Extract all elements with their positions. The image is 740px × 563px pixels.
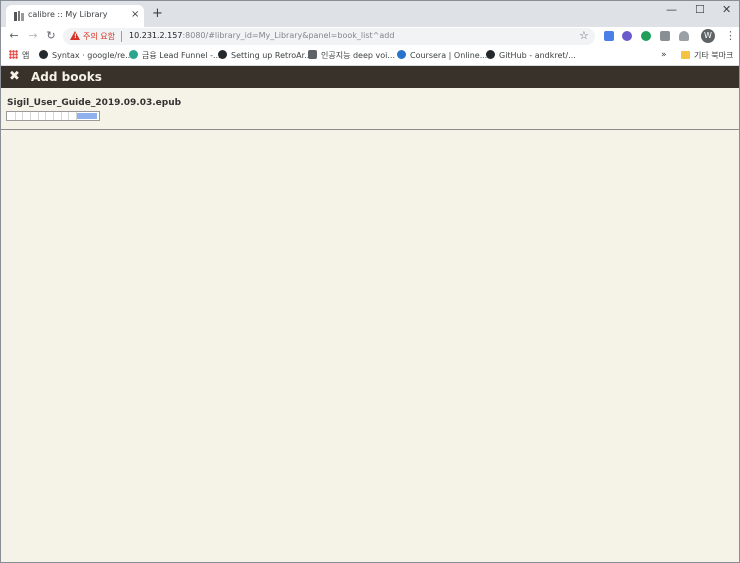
omnibox-separator — [121, 31, 122, 42]
browser-menu-icon[interactable]: ⋮ — [725, 29, 736, 43]
minimize-button[interactable]: — — [666, 4, 677, 16]
progress-segment — [61, 112, 62, 120]
profile-avatar[interactable]: W — [701, 29, 715, 43]
image-extension-icon[interactable] — [660, 31, 670, 41]
evernote-extension-icon[interactable] — [641, 31, 651, 41]
github-icon — [39, 50, 48, 59]
extension-icon[interactable] — [622, 31, 632, 41]
bookmark-github-andkret[interactable]: GitHub - andkret/... — [486, 49, 576, 62]
github-icon — [218, 50, 227, 59]
close-panel-icon[interactable]: ✖ — [9, 68, 20, 86]
globe-icon — [129, 50, 138, 59]
bookmark-lead-funnel[interactable]: 금융 Lead Funnel -... — [129, 49, 221, 62]
browser-toolbar: ← → ↻ ! 주의 요함 10.231.2.157:8080/#library… — [1, 27, 739, 46]
other-bookmarks-folder[interactable]: 기타 북마크 — [681, 49, 733, 62]
bookmark-apps[interactable]: 앱 — [9, 49, 29, 62]
bookmark-retroarch[interactable]: Setting up RetroAr... — [218, 49, 312, 62]
upload-progress-bar — [6, 111, 100, 121]
bookmarks-overflow-button[interactable]: » — [661, 49, 667, 62]
back-button[interactable]: ← — [7, 29, 21, 43]
upload-progress-fill — [77, 113, 97, 119]
page-title: Add books — [31, 70, 102, 84]
panel-header: ✖ Add books — [1, 66, 739, 88]
close-window-button[interactable]: ✕ — [722, 4, 731, 16]
address-bar[interactable]: ! 주의 요함 10.231.2.157:8080/#library_id=My… — [63, 28, 595, 45]
progress-segment — [15, 112, 16, 120]
github-icon — [486, 50, 495, 59]
calibre-favicon-icon — [14, 11, 24, 21]
section-divider — [1, 129, 739, 130]
bookmark-star-icon[interactable]: ☆ — [579, 29, 589, 43]
upload-filename: Sigil_User_Guide_2019.09.03.epub — [7, 98, 182, 108]
browser-window: calibre :: My Library × + — ☐ ✕ ← → ↻ ! … — [0, 0, 740, 563]
url-host: 10.231.2.157 — [129, 31, 183, 40]
progress-segment — [30, 112, 31, 120]
folder-icon — [681, 51, 690, 59]
reload-button[interactable]: ↻ — [44, 29, 58, 43]
tab-close-icon[interactable]: × — [131, 9, 139, 21]
translate-extension-icon[interactable] — [604, 31, 614, 41]
security-warning-label[interactable]: 주의 요함 — [83, 31, 115, 42]
bookmark-coursera[interactable]: Coursera | Online... — [397, 49, 487, 62]
bookmark-deep-voice[interactable]: 인공지능 deep voi... — [308, 49, 395, 62]
bookmark-syntax[interactable]: Syntax · google/re... — [39, 49, 133, 62]
tab-title: calibre :: My Library — [28, 10, 108, 19]
new-tab-button[interactable]: + — [152, 7, 163, 21]
bookmarks-bar: 앱 Syntax · google/re... 금융 Lead Funnel -… — [1, 46, 739, 66]
forward-button[interactable]: → — [26, 29, 40, 43]
tab-calibre[interactable]: calibre :: My Library × — [6, 5, 144, 27]
link-icon — [308, 50, 317, 59]
cloud-extension-icon[interactable] — [679, 31, 689, 41]
progress-segment — [38, 112, 39, 120]
progress-segment — [45, 112, 46, 120]
tab-strip: calibre :: My Library × + — ☐ ✕ — [1, 1, 739, 27]
coursera-icon — [397, 50, 406, 59]
maximize-button[interactable]: ☐ — [695, 4, 705, 16]
url-text: 10.231.2.157:8080/#library_id=My_Library… — [129, 31, 394, 40]
progress-segment — [22, 112, 23, 120]
page-content: ✖ Add books Sigil_User_Guide_2019.09.03.… — [1, 66, 739, 562]
progress-segment — [68, 112, 69, 120]
apps-grid-icon — [9, 50, 18, 59]
url-path: :8080/#library_id=My_Library&panel=book_… — [182, 31, 395, 40]
progress-segment — [53, 112, 54, 120]
